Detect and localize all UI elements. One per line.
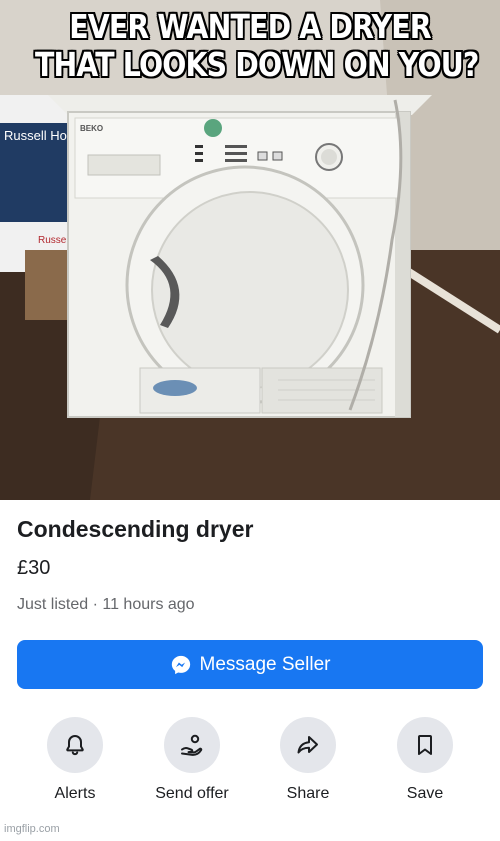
meme-caption: EVER WANTED A DRYER THAT LOOKS DOWN ON Y…	[35, 7, 479, 84]
listing-actions: Alerts Send offer Share Save	[0, 717, 500, 807]
save-icon-circle	[397, 717, 453, 773]
save-button[interactable]: Save	[370, 717, 480, 803]
bell-icon	[66, 735, 84, 756]
alerts-icon-circle	[47, 717, 103, 773]
meme-caption-line-2: THAT LOOKS DOWN ON YOU?	[35, 45, 479, 84]
box-brand-top: Russell Ho	[4, 128, 67, 143]
listing-meta: Just listed · 11 hours ago	[17, 596, 195, 613]
meme-caption-line-1: EVER WANTED A DRYER	[69, 7, 431, 46]
messenger-icon	[170, 654, 192, 676]
send-offer-icon-circle	[164, 717, 220, 773]
send-offer-label: Send offer	[155, 785, 229, 802]
alerts-button[interactable]: Alerts	[20, 717, 130, 803]
send-offer-button[interactable]: Send offer	[137, 717, 247, 803]
share-button[interactable]: Share	[253, 717, 363, 803]
dryer-brand: BEKO	[80, 124, 103, 133]
share-arrow-icon	[297, 736, 318, 754]
listing-title: Condescending dryer	[17, 516, 254, 542]
message-seller-label: Message Seller	[199, 653, 331, 675]
message-seller-button[interactable]: Message Seller	[17, 640, 483, 689]
save-label: Save	[406, 785, 444, 802]
share-label: Share	[286, 785, 330, 802]
bookmark-icon	[418, 735, 432, 755]
offer-hand-icon	[181, 734, 203, 756]
imgflip-watermark: imgflip.com	[4, 823, 60, 835]
listing-photo[interactable]: Russell Ho Russell Ho BEKO EVER WANTED A…	[0, 0, 500, 500]
share-icon-circle	[280, 717, 336, 773]
listing-price: £30	[17, 557, 51, 579]
alerts-label: Alerts	[54, 785, 96, 802]
